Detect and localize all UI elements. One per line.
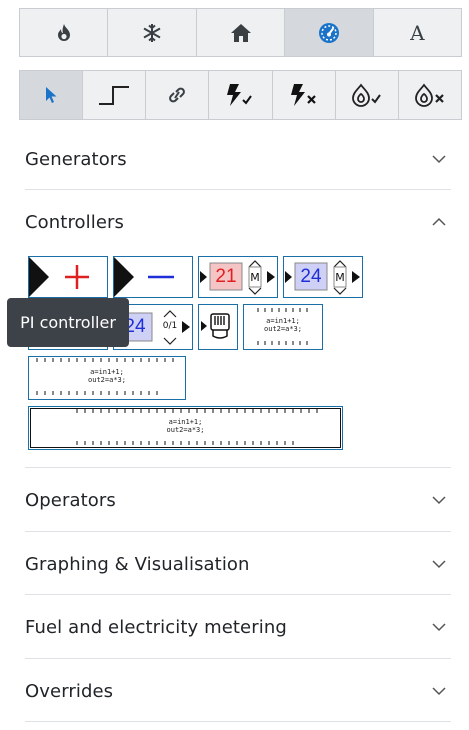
home-icon bbox=[230, 23, 251, 42]
tab-text[interactable]: A bbox=[373, 9, 462, 56]
section-title-fuel-metering: Fuel and electricity metering bbox=[25, 616, 287, 638]
section-graphing[interactable]: Graphing & Visualisation bbox=[25, 533, 447, 595]
chevron-down-icon bbox=[432, 496, 446, 505]
section-title-generators: Generators bbox=[25, 148, 127, 170]
fuel-disconnect-button[interactable] bbox=[398, 71, 461, 119]
pi-controller-tooltip: PI controller bbox=[7, 298, 129, 347]
subtract-controller-item[interactable] bbox=[113, 256, 193, 298]
tab-cooling[interactable] bbox=[108, 9, 197, 56]
divider bbox=[25, 594, 451, 595]
section-title-graphing: Graphing & Visualisation bbox=[25, 553, 250, 575]
snowflake-icon bbox=[143, 23, 161, 42]
tab-controls[interactable] bbox=[285, 9, 374, 56]
subtract-block-graphic bbox=[114, 257, 174, 297]
tab-home[interactable] bbox=[196, 9, 286, 56]
section-generators[interactable]: Generators bbox=[25, 128, 447, 190]
script-medium-item[interactable]: a=in1+1; out2=a*3; bbox=[28, 356, 186, 400]
category-tabs: A bbox=[19, 8, 462, 57]
tool-bar bbox=[19, 70, 462, 120]
setpoint-blue-value: 24 bbox=[300, 265, 322, 287]
chevron-down-icon bbox=[432, 155, 446, 164]
electricity-cross-icon bbox=[290, 84, 316, 106]
gauge-icon bbox=[318, 22, 339, 43]
script-small-item[interactable]: a=in1+1; out2=a*3; bbox=[243, 304, 323, 350]
fuel-check-icon bbox=[351, 83, 381, 107]
electricity-check-icon bbox=[227, 84, 253, 106]
section-title-overrides: Overrides bbox=[25, 680, 114, 702]
section-overrides[interactable]: Overrides bbox=[25, 660, 447, 722]
relay-item[interactable] bbox=[198, 304, 238, 350]
divider bbox=[25, 531, 451, 532]
pi-range: 0/1 bbox=[162, 321, 178, 331]
script-medium-code: a=in1+1; out2=a*3; bbox=[88, 368, 126, 384]
chevron-up-icon bbox=[432, 217, 446, 226]
fire-icon bbox=[57, 23, 70, 41]
script-small-code: a=in1+1; out2=a*3; bbox=[264, 317, 302, 333]
add-controller-item[interactable] bbox=[28, 256, 108, 298]
link-tool-button[interactable] bbox=[146, 71, 210, 119]
setpoint-red-mode: M bbox=[250, 270, 260, 284]
section-fuel-metering[interactable]: Fuel and electricity metering bbox=[25, 596, 447, 658]
text-icon: A bbox=[410, 20, 425, 45]
pointer-icon bbox=[46, 87, 57, 103]
fuel-cross-icon bbox=[415, 83, 444, 107]
divider bbox=[25, 467, 451, 468]
fuel-connect-button[interactable] bbox=[335, 71, 399, 119]
step-icon bbox=[99, 86, 130, 105]
setpoint-blue-item[interactable]: 24 M bbox=[283, 256, 363, 298]
script-large-code: a=in1+1; out2=a*3; bbox=[166, 418, 205, 434]
step-tool-button[interactable] bbox=[83, 71, 147, 119]
divider bbox=[25, 658, 451, 659]
setpoint-blue-mode: M bbox=[335, 270, 345, 284]
setpoint-red-item[interactable]: 21 M bbox=[198, 256, 278, 298]
select-tool-button[interactable] bbox=[20, 71, 84, 119]
section-operators[interactable]: Operators bbox=[25, 469, 447, 531]
setpoint-red-value: 21 bbox=[215, 265, 237, 287]
chevron-down-icon bbox=[432, 687, 446, 696]
divider bbox=[25, 721, 451, 722]
relay-icon bbox=[201, 313, 230, 339]
electricity-disconnect-button[interactable] bbox=[272, 71, 336, 119]
section-title-controllers: Controllers bbox=[25, 211, 125, 233]
add-block-graphic bbox=[29, 257, 89, 297]
link-icon bbox=[169, 87, 186, 103]
section-title-operators: Operators bbox=[25, 489, 116, 511]
section-controllers[interactable]: Controllers bbox=[25, 191, 447, 253]
tab-heating[interactable] bbox=[20, 9, 109, 56]
chevron-down-icon bbox=[432, 560, 446, 569]
electricity-connect-button[interactable] bbox=[209, 71, 273, 119]
chevron-down-icon bbox=[432, 623, 446, 632]
divider bbox=[25, 189, 451, 190]
script-large-item[interactable]: a=in1+1; out2=a*3; bbox=[28, 406, 343, 450]
